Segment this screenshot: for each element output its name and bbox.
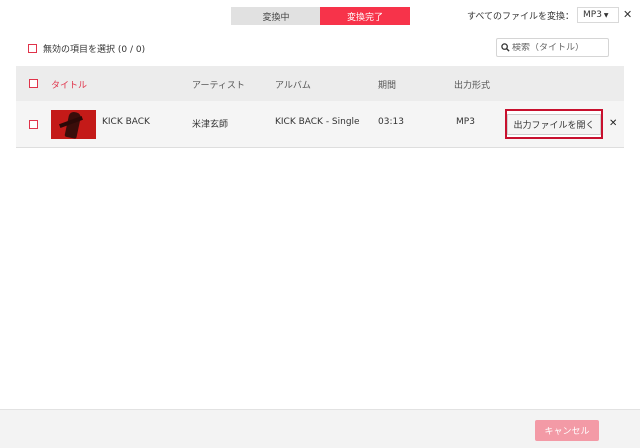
- select-invalid-label: 無効の項目を選択 (0 / 0): [43, 45, 146, 55]
- top-bar: 変換中 変換完了 すべてのファイルを変換： MP3 ▼ ✕: [0, 0, 640, 32]
- open-output-file-label: 出力ファイルを開く: [507, 113, 601, 135]
- cancel-button-label: キャンセル: [544, 427, 590, 437]
- tab-converted-label: 変換完了: [346, 12, 383, 23]
- row-album: KICK BACK - Single: [275, 117, 360, 127]
- search-box[interactable]: [496, 38, 609, 57]
- close-icon[interactable]: ✕: [623, 8, 632, 21]
- header-title[interactable]: タイトル: [51, 78, 87, 91]
- header-artist[interactable]: アーティスト: [192, 78, 245, 91]
- row-title: KICK BACK: [102, 117, 150, 127]
- header-album[interactable]: アルバム: [275, 78, 311, 91]
- select-invalid-toggle[interactable]: 無効の項目を選択 (0 / 0): [28, 42, 145, 55]
- remove-row-icon[interactable]: ✕: [609, 118, 617, 129]
- row-format: MP3: [456, 117, 475, 127]
- convert-all-label: すべてのファイルを変換：: [467, 12, 575, 22]
- header-format[interactable]: 出力形式: [454, 78, 490, 91]
- chevron-down-icon: ▼: [603, 11, 609, 19]
- tab-converting[interactable]: 変換中: [231, 7, 321, 25]
- format-select-value: MP3: [583, 10, 602, 20]
- track-table: タイトル アーティスト アルバム 期間 出力形式 KICK BACK 米津玄師 …: [16, 66, 624, 148]
- row-artist: 米津玄師: [192, 120, 229, 130]
- cancel-button[interactable]: キャンセル: [535, 420, 599, 441]
- row-checkbox[interactable]: [29, 120, 38, 129]
- format-select[interactable]: MP3 ▼: [577, 7, 619, 23]
- table-row: KICK BACK 米津玄師 KICK BACK - Single 03:13 …: [16, 101, 624, 148]
- select-all-checkbox[interactable]: [29, 79, 38, 88]
- footer: キャンセル: [0, 409, 640, 448]
- tab-converted[interactable]: 変換完了: [320, 7, 410, 25]
- header-duration[interactable]: 期間: [378, 78, 396, 91]
- search-icon: [501, 43, 510, 52]
- album-art: [51, 110, 96, 139]
- open-output-file-button[interactable]: 出力ファイルを開く: [505, 109, 603, 139]
- search-input[interactable]: [512, 42, 607, 53]
- select-invalid-checkbox[interactable]: [28, 44, 37, 53]
- tab-converting-label: 変換中: [262, 12, 290, 23]
- table-header: タイトル アーティスト アルバム 期間 出力形式: [16, 66, 624, 101]
- row-duration: 03:13: [378, 117, 404, 127]
